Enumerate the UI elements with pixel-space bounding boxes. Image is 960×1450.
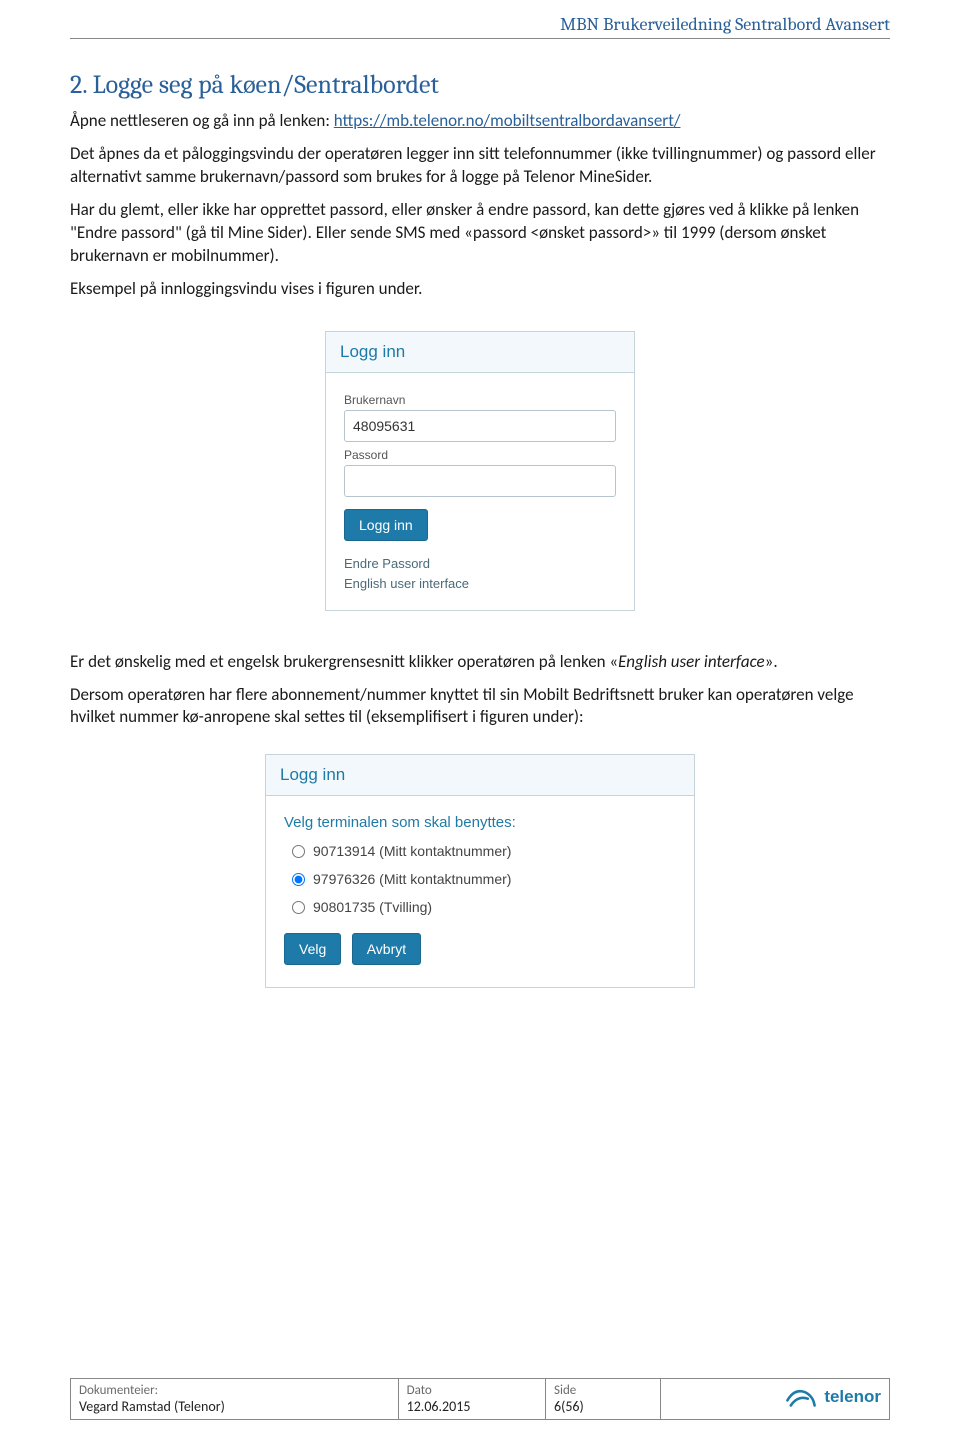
paragraph-4: Eksempel på innloggingsvindu vises i fig… bbox=[70, 278, 890, 301]
p5-post: ». bbox=[765, 651, 778, 672]
login-url-link[interactable]: https://mb.telenor.no/mobiltsentralborda… bbox=[334, 110, 681, 131]
change-password-link[interactable]: Endre Passord bbox=[344, 556, 616, 571]
paragraph-2: Det åpnes da et påloggingsvindu der oper… bbox=[70, 143, 890, 189]
terminal-option-label-0: 90713914 (Mitt kontaktnummer) bbox=[313, 843, 511, 859]
login-panel: Logg inn Brukernavn Passord Logg inn End… bbox=[325, 331, 635, 611]
page-label: Side bbox=[554, 1383, 652, 1398]
paragraph-6: Dersom operatøren har flere abonnement/n… bbox=[70, 684, 890, 730]
date-value: 12.06.2015 bbox=[407, 1398, 537, 1415]
paragraph-3: Har du glemt, eller ikke har opprettet p… bbox=[70, 199, 890, 268]
document-header: MBN Brukerveiledning Sentralbord Avanser… bbox=[560, 14, 890, 35]
terminal-radio-0[interactable] bbox=[292, 845, 305, 858]
terminal-option-label-1: 97976326 (Mitt kontaktnummer) bbox=[313, 871, 511, 887]
date-label: Dato bbox=[407, 1383, 537, 1398]
p5-emph: English user interface bbox=[618, 651, 765, 672]
username-input[interactable] bbox=[344, 410, 616, 442]
page-value: 6(56) bbox=[554, 1398, 652, 1415]
telenor-icon bbox=[784, 1383, 818, 1411]
header-rule bbox=[70, 38, 890, 39]
intro-paragraph: Åpne nettleseren og gå inn på lenken: ht… bbox=[70, 110, 890, 133]
terminal-radio-2[interactable] bbox=[292, 901, 305, 914]
owner-value: Vegard Ramstad (Telenor) bbox=[79, 1398, 390, 1415]
terminal-button-row: Velg Avbryt bbox=[284, 927, 676, 965]
login-button[interactable]: Logg inn bbox=[344, 509, 428, 541]
intro-text: Åpne nettleseren og gå inn på lenken: bbox=[70, 110, 334, 131]
terminal-prompt: Velg terminalen som skal benyttes: bbox=[284, 814, 676, 831]
login-panel-links: Endre Passord English user interface bbox=[326, 545, 634, 591]
terminal-panel: Logg inn Velg terminalen som skal benytt… bbox=[265, 754, 695, 988]
username-label: Brukernavn bbox=[344, 393, 616, 407]
owner-label: Dokumenteier: bbox=[79, 1383, 390, 1398]
terminal-option-1[interactable]: 97976326 (Mitt kontaktnummer) bbox=[292, 871, 676, 887]
password-input[interactable] bbox=[344, 465, 616, 497]
page-footer: Dokumenteier: Vegard Ramstad (Telenor) D… bbox=[70, 1378, 890, 1420]
login-panel-body: Brukernavn Passord Logg inn bbox=[326, 373, 634, 545]
telenor-logo: telenor bbox=[784, 1383, 881, 1411]
footer-table: Dokumenteier: Vegard Ramstad (Telenor) D… bbox=[70, 1378, 890, 1420]
english-interface-link[interactable]: English user interface bbox=[344, 576, 616, 591]
terminal-radio-1[interactable] bbox=[292, 873, 305, 886]
terminal-panel-body: Velg terminalen som skal benyttes: 90713… bbox=[266, 796, 694, 969]
password-label: Passord bbox=[344, 448, 616, 462]
terminal-option-0[interactable]: 90713914 (Mitt kontaktnummer) bbox=[292, 843, 676, 859]
terminal-panel-title: Logg inn bbox=[266, 755, 694, 796]
page-content: 2. Logge seg på køen/Sentralbordet Åpne … bbox=[70, 0, 890, 988]
cancel-button[interactable]: Avbryt bbox=[352, 933, 421, 965]
telenor-logo-text: telenor bbox=[824, 1387, 881, 1407]
paragraph-5: Er det ønskelig med et engelsk brukergre… bbox=[70, 651, 890, 674]
terminal-option-label-2: 90801735 (Tvilling) bbox=[313, 899, 432, 915]
section-heading: 2. Logge seg på køen/Sentralbordet bbox=[70, 70, 890, 100]
p5-pre: Er det ønskelig med et engelsk brukergre… bbox=[70, 651, 618, 672]
select-button[interactable]: Velg bbox=[284, 933, 341, 965]
login-panel-title: Logg inn bbox=[326, 332, 634, 373]
terminal-option-2[interactable]: 90801735 (Tvilling) bbox=[292, 899, 676, 915]
